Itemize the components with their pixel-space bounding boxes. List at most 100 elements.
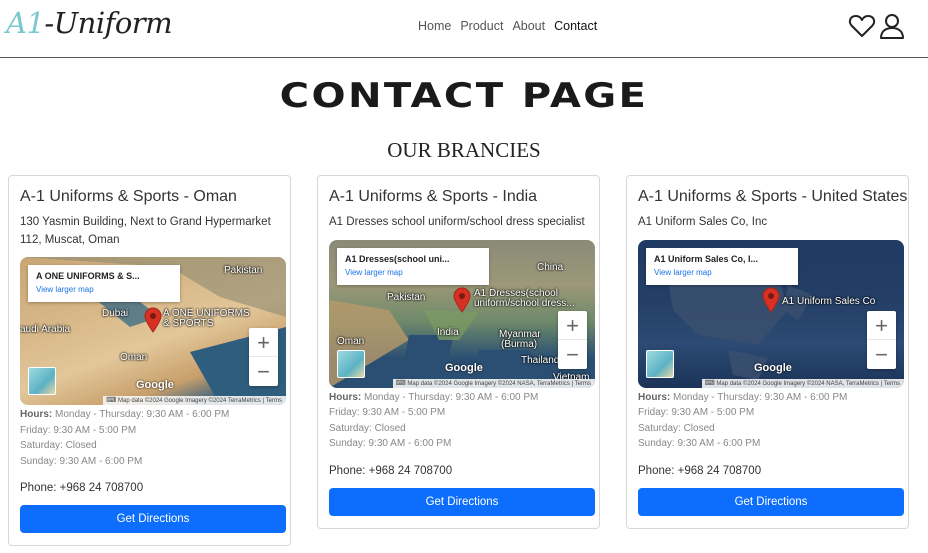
map-label: & SPORTS <box>163 318 214 329</box>
zoom-out-button[interactable]: − <box>867 340 896 369</box>
map-info-box: A1 Dresses(school uni... View larger map <box>337 247 489 285</box>
page-title: CONTACT PAGE <box>279 76 649 116</box>
branch-phone: Phone: +968 24 708700 <box>638 464 762 477</box>
map-attribution: ⌨ Map data ©2024 Google Imagery ©2024 NA… <box>392 378 595 388</box>
hours-label: Hours: <box>329 391 362 403</box>
map-type-toggle[interactable] <box>28 367 56 395</box>
get-directions-button[interactable]: Get Directions <box>329 487 595 516</box>
view-larger-map-link[interactable]: View larger map <box>654 268 790 277</box>
map-attribution-text: Map data ©2024 Google Imagery ©2024 NASA… <box>407 380 570 387</box>
get-directions-button[interactable]: Get Directions <box>20 505 286 533</box>
view-larger-map-link[interactable]: View larger map <box>36 285 172 294</box>
map-label: Dubai <box>102 308 129 319</box>
branch-card-india: A-1 Uniforms & Sports - India A1 Dresses… <box>317 175 600 529</box>
get-directions-button[interactable]: Get Directions <box>638 487 904 516</box>
map-label: Thailand <box>521 354 560 366</box>
google-logo: Google <box>445 361 483 374</box>
logo[interactable]: A1-Uniform <box>6 6 173 40</box>
map-zoom-controls: + − <box>867 310 896 369</box>
map-info-box: A1 Uniform Sales Co, I... View larger ma… <box>646 247 798 285</box>
branch-title: A-1 Uniforms & Sports - United States <box>638 188 908 205</box>
map-place-name: A1 Uniform Sales Co, I... <box>654 253 759 264</box>
view-larger-map-link[interactable]: View larger map <box>345 268 481 277</box>
logo-part2: -Uniform <box>44 6 173 40</box>
branch-address-line1: 130 Yasmin Building, Next to Grand Hyper… <box>20 216 271 228</box>
map-zoom-controls: + − <box>249 328 278 386</box>
map-label: (Burma) <box>501 338 538 350</box>
map-label: Pakistan <box>387 291 426 303</box>
branch-map[interactable]: A1 Dresses(school uni... View larger map… <box>329 239 595 388</box>
nav-product[interactable]: Product <box>460 19 503 33</box>
map-label: Myanmar <box>499 328 541 340</box>
nav-home[interactable]: Home <box>418 19 451 33</box>
branch-title: A-1 Uniforms & Sports - Oman <box>20 188 237 205</box>
map-label: Oman <box>120 352 148 363</box>
keyboard-shortcuts-icon[interactable]: ⌨ <box>705 380 715 387</box>
branch-phone: Phone: +968 24 708700 <box>329 464 453 477</box>
google-logo: Google <box>136 379 174 391</box>
hours-line: Friday: 9:30 AM - 5:00 PM <box>20 424 137 436</box>
branch-map[interactable]: A1 Uniform Sales Co, I... View larger ma… <box>638 239 904 388</box>
logo-part1: A1 <box>6 6 45 40</box>
map-zoom-controls: + − <box>558 310 587 369</box>
hours-label: Hours: <box>638 391 671 403</box>
map-label: A1 Uniform Sales Co <box>782 295 876 307</box>
branch-address-line1: A1 Uniform Sales Co, Inc <box>638 216 768 228</box>
hours-line: Monday - Thursday: 9:30 AM - 6:00 PM <box>55 409 230 420</box>
map-place-name: A ONE UNIFORMS & S... <box>36 271 140 281</box>
branch-map[interactable]: A ONE UNIFORMS & S... View larger map Pa… <box>20 257 286 405</box>
branch-title: A-1 Uniforms & Sports - India <box>329 188 538 205</box>
heart-icon[interactable] <box>848 12 876 40</box>
map-label: uniform/school dress... <box>474 297 575 309</box>
map-pin-icon[interactable] <box>453 287 471 313</box>
map-terms-link[interactable]: Terms <box>575 381 591 387</box>
hours-line: Saturday: Closed <box>638 422 715 434</box>
map-pin-icon[interactable] <box>144 307 162 333</box>
hours-line: Sunday: 9:30 AM - 6:00 PM <box>20 455 143 467</box>
map-label: China <box>537 261 564 273</box>
hours-line: Friday: 9:30 AM - 5:00 PM <box>638 407 755 418</box>
map-label: Oman <box>337 335 365 347</box>
map-place-name: A1 Dresses(school uni... <box>345 253 450 264</box>
hours-line: Monday - Thursday: 9:30 AM - 6:00 PM <box>364 391 539 403</box>
navbar: A1-Uniform Home Product About Contact <box>0 0 928 58</box>
zoom-in-button[interactable]: + <box>558 311 587 340</box>
branches-heading: OUR BRANCIES <box>387 138 541 162</box>
branch-card-oman: A-1 Uniforms & Sports - Oman 130 Yasmin … <box>8 175 291 546</box>
map-attribution-text: Map data ©2024 Google Imagery ©2024 NASA… <box>716 380 879 387</box>
map-attribution: ⌨ Map data ©2024 Google Imagery ©2024 NA… <box>701 378 904 388</box>
nav-about[interactable]: About <box>512 19 545 33</box>
map-terms-link[interactable]: Terms <box>884 381 900 387</box>
map-attribution: ⌨ Map data ©2024 Google Imagery ©2024 Te… <box>103 396 286 405</box>
hours-line: Friday: 9:30 AM - 5:00 PM <box>329 407 446 418</box>
hours-line: Sunday: 9:30 AM - 6:00 PM <box>329 438 452 449</box>
hours-line: Saturday: Closed <box>20 440 97 451</box>
map-type-toggle[interactable] <box>646 349 674 378</box>
user-icon[interactable] <box>878 12 906 40</box>
zoom-in-button[interactable]: + <box>867 311 896 340</box>
hours-line: Sunday: 9:30 AM - 6:00 PM <box>638 438 761 449</box>
nav-links: Home Product About Contact <box>418 19 597 33</box>
zoom-out-button[interactable]: − <box>558 340 587 369</box>
branch-card-united-states: A-1 Uniforms & Sports - United States A1… <box>626 175 909 529</box>
branch-address-line2: 112, Muscat, Oman <box>20 233 120 246</box>
hours-line: Saturday: Closed <box>329 422 406 434</box>
branch-address-line1: A1 Dresses school uniform/school dress s… <box>329 216 585 228</box>
keyboard-shortcuts-icon[interactable]: ⌨ <box>396 380 406 387</box>
map-label: A1 Dresses(school <box>474 287 558 299</box>
keyboard-shortcuts-icon[interactable]: ⌨ <box>106 397 116 404</box>
zoom-in-button[interactable]: + <box>249 328 278 357</box>
map-label: India <box>437 326 459 338</box>
map-pin-icon[interactable] <box>762 287 780 313</box>
hours-list: Hours: Monday - Thursday: 9:30 AM - 6:00… <box>329 390 588 452</box>
map-attribution-text: Map data ©2024 Google Imagery ©2024 Terr… <box>118 398 261 404</box>
hours-line: Monday - Thursday: 9:30 AM - 6:00 PM <box>673 391 848 403</box>
branch-phone: Phone: +968 24 708700 <box>20 482 144 494</box>
map-type-toggle[interactable] <box>337 349 365 378</box>
hours-list: Hours: Monday - Thursday: 9:30 AM - 6:00… <box>20 407 279 469</box>
map-terms-link[interactable]: Terms <box>266 398 282 404</box>
map-info-box: A ONE UNIFORMS & S... View larger map <box>28 265 180 302</box>
nav-contact[interactable]: Contact <box>554 19 597 33</box>
zoom-out-button[interactable]: − <box>249 357 278 386</box>
map-label: audi Arabia <box>20 324 71 335</box>
